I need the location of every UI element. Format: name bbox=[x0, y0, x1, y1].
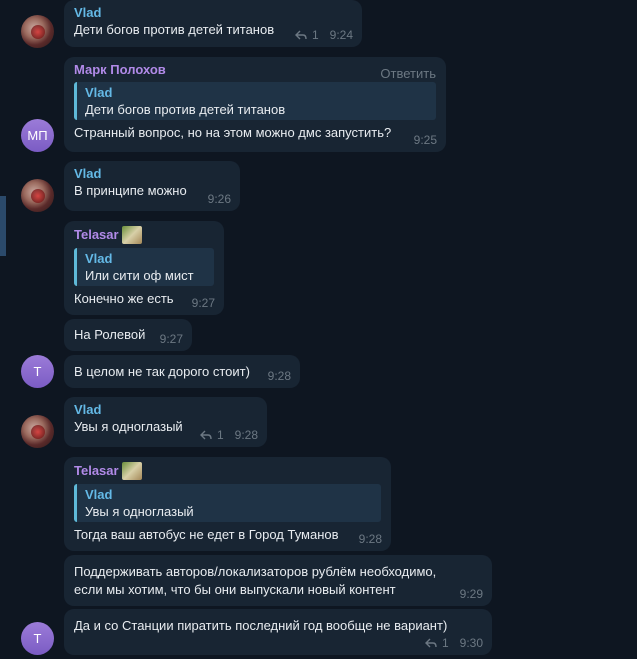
quote-text: Увы я одноглазый bbox=[85, 504, 194, 519]
quote-sender: Vlad bbox=[85, 487, 113, 502]
scroll-indicator[interactable] bbox=[0, 196, 6, 256]
message-text: Тогда ваш автобус не едет в Город Тумано… bbox=[74, 527, 339, 542]
message-meta: 1 9:28 bbox=[199, 428, 258, 442]
message-text-line-2: если мы хотим, что бы они выпускали новы… bbox=[74, 582, 396, 597]
avatar-vlad[interactable] bbox=[21, 415, 54, 448]
sender-name[interactable]: Telasar bbox=[74, 462, 381, 480]
message-meta: 9:28 bbox=[359, 532, 382, 546]
message-text: Странный вопрос, но на этом можно дмс за… bbox=[74, 125, 392, 140]
avatar-vlad[interactable] bbox=[21, 179, 54, 212]
message-time: 9:28 bbox=[234, 428, 258, 442]
message-bubble[interactable]: Telasar Vlad Увы я одноглазый Тогда ваш … bbox=[64, 457, 391, 551]
message-time: 9:27 bbox=[191, 296, 215, 310]
message-bubble[interactable]: На Ролевой 9:27 bbox=[64, 319, 192, 351]
avatar-initials: Т bbox=[33, 631, 42, 646]
message-time: 9:29 bbox=[459, 587, 483, 601]
sender-label: Telasar bbox=[74, 463, 119, 478]
message-meta: 1 9:30 bbox=[424, 636, 483, 650]
chat-area: Vlad Дети богов против детей титанов 1 9… bbox=[0, 0, 637, 659]
message-meta: 9:28 bbox=[268, 369, 291, 383]
sticker-emoji-icon bbox=[121, 226, 142, 244]
message-meta: 9:25 bbox=[414, 133, 437, 147]
message-bubble[interactable]: Марк Полохов Ответить Vlad Дети богов пр… bbox=[64, 57, 446, 152]
quoted-message[interactable]: Vlad Дети богов против детей титанов bbox=[74, 82, 436, 120]
message-time: 9:28 bbox=[267, 369, 291, 383]
quote-sender: Vlad bbox=[85, 251, 113, 266]
reply-icon[interactable] bbox=[424, 638, 437, 648]
message-meta: 9:27 bbox=[192, 296, 215, 310]
message-text: Да и со Станции пиратить последний год в… bbox=[74, 618, 448, 633]
quoted-message[interactable]: Vlad Или сити оф мист bbox=[74, 248, 214, 286]
avatar-vlad[interactable] bbox=[21, 15, 54, 48]
reply-count[interactable]: 1 bbox=[442, 636, 449, 650]
sender-name[interactable]: Vlad bbox=[74, 5, 352, 21]
message-time: 9:24 bbox=[329, 28, 353, 42]
quote-text: Или сити оф мист bbox=[85, 268, 194, 283]
message-meta: 9:29 bbox=[460, 587, 483, 601]
message-time: 9:25 bbox=[413, 133, 437, 147]
sticker-emoji-icon bbox=[121, 462, 142, 480]
reply-button[interactable]: Ответить bbox=[380, 66, 436, 81]
message-bubble[interactable]: Vlad Увы я одноглазый 1 9:28 bbox=[64, 397, 267, 447]
message-text-line-1: Поддерживать авторов/локализаторов рублё… bbox=[74, 564, 437, 579]
message-time: 9:27 bbox=[159, 332, 183, 346]
quoted-message[interactable]: Vlad Увы я одноглазый bbox=[74, 484, 381, 522]
avatar-initials: МП bbox=[27, 128, 48, 143]
sender-label: Telasar bbox=[74, 227, 119, 242]
sender-name[interactable]: Vlad bbox=[74, 402, 257, 418]
message-time: 9:28 bbox=[358, 532, 382, 546]
message-bubble[interactable]: Да и со Станции пиратить последний год в… bbox=[64, 609, 492, 655]
avatar-initials: Т bbox=[33, 364, 42, 379]
message-meta: 1 9:24 bbox=[294, 28, 353, 42]
message-bubble[interactable]: Vlad Дети богов против детей титанов 1 9… bbox=[64, 0, 362, 47]
message-text: В принципе можно bbox=[74, 183, 187, 198]
quote-sender: Vlad bbox=[85, 85, 113, 100]
avatar-mark[interactable]: МП bbox=[21, 119, 54, 152]
message-meta: 9:27 bbox=[160, 332, 183, 346]
quote-text: Дети богов против детей титанов bbox=[85, 102, 286, 117]
message-bubble[interactable]: Telasar Vlad Или сити оф мист Конечно же… bbox=[64, 221, 224, 315]
message-text: В целом не так дорого стоит) bbox=[74, 364, 250, 379]
message-meta: 9:26 bbox=[208, 192, 231, 206]
message-bubble[interactable]: В целом не так дорого стоит) 9:28 bbox=[64, 355, 300, 388]
sender-name[interactable]: Telasar bbox=[74, 226, 214, 244]
avatar-telasar[interactable]: Т bbox=[21, 355, 54, 388]
sender-name[interactable]: Vlad bbox=[74, 166, 230, 182]
reply-count[interactable]: 1 bbox=[312, 28, 319, 42]
message-bubble[interactable]: Vlad В принципе можно 9:26 bbox=[64, 161, 240, 211]
message-time: 9:30 bbox=[459, 636, 483, 650]
message-time: 9:26 bbox=[207, 192, 231, 206]
reply-count[interactable]: 1 bbox=[217, 428, 224, 442]
reply-icon[interactable] bbox=[199, 430, 212, 440]
reply-icon[interactable] bbox=[294, 30, 307, 40]
avatar-telasar[interactable]: Т bbox=[21, 622, 54, 655]
message-bubble[interactable]: Поддерживать авторов/локализаторов рублё… bbox=[64, 555, 492, 606]
